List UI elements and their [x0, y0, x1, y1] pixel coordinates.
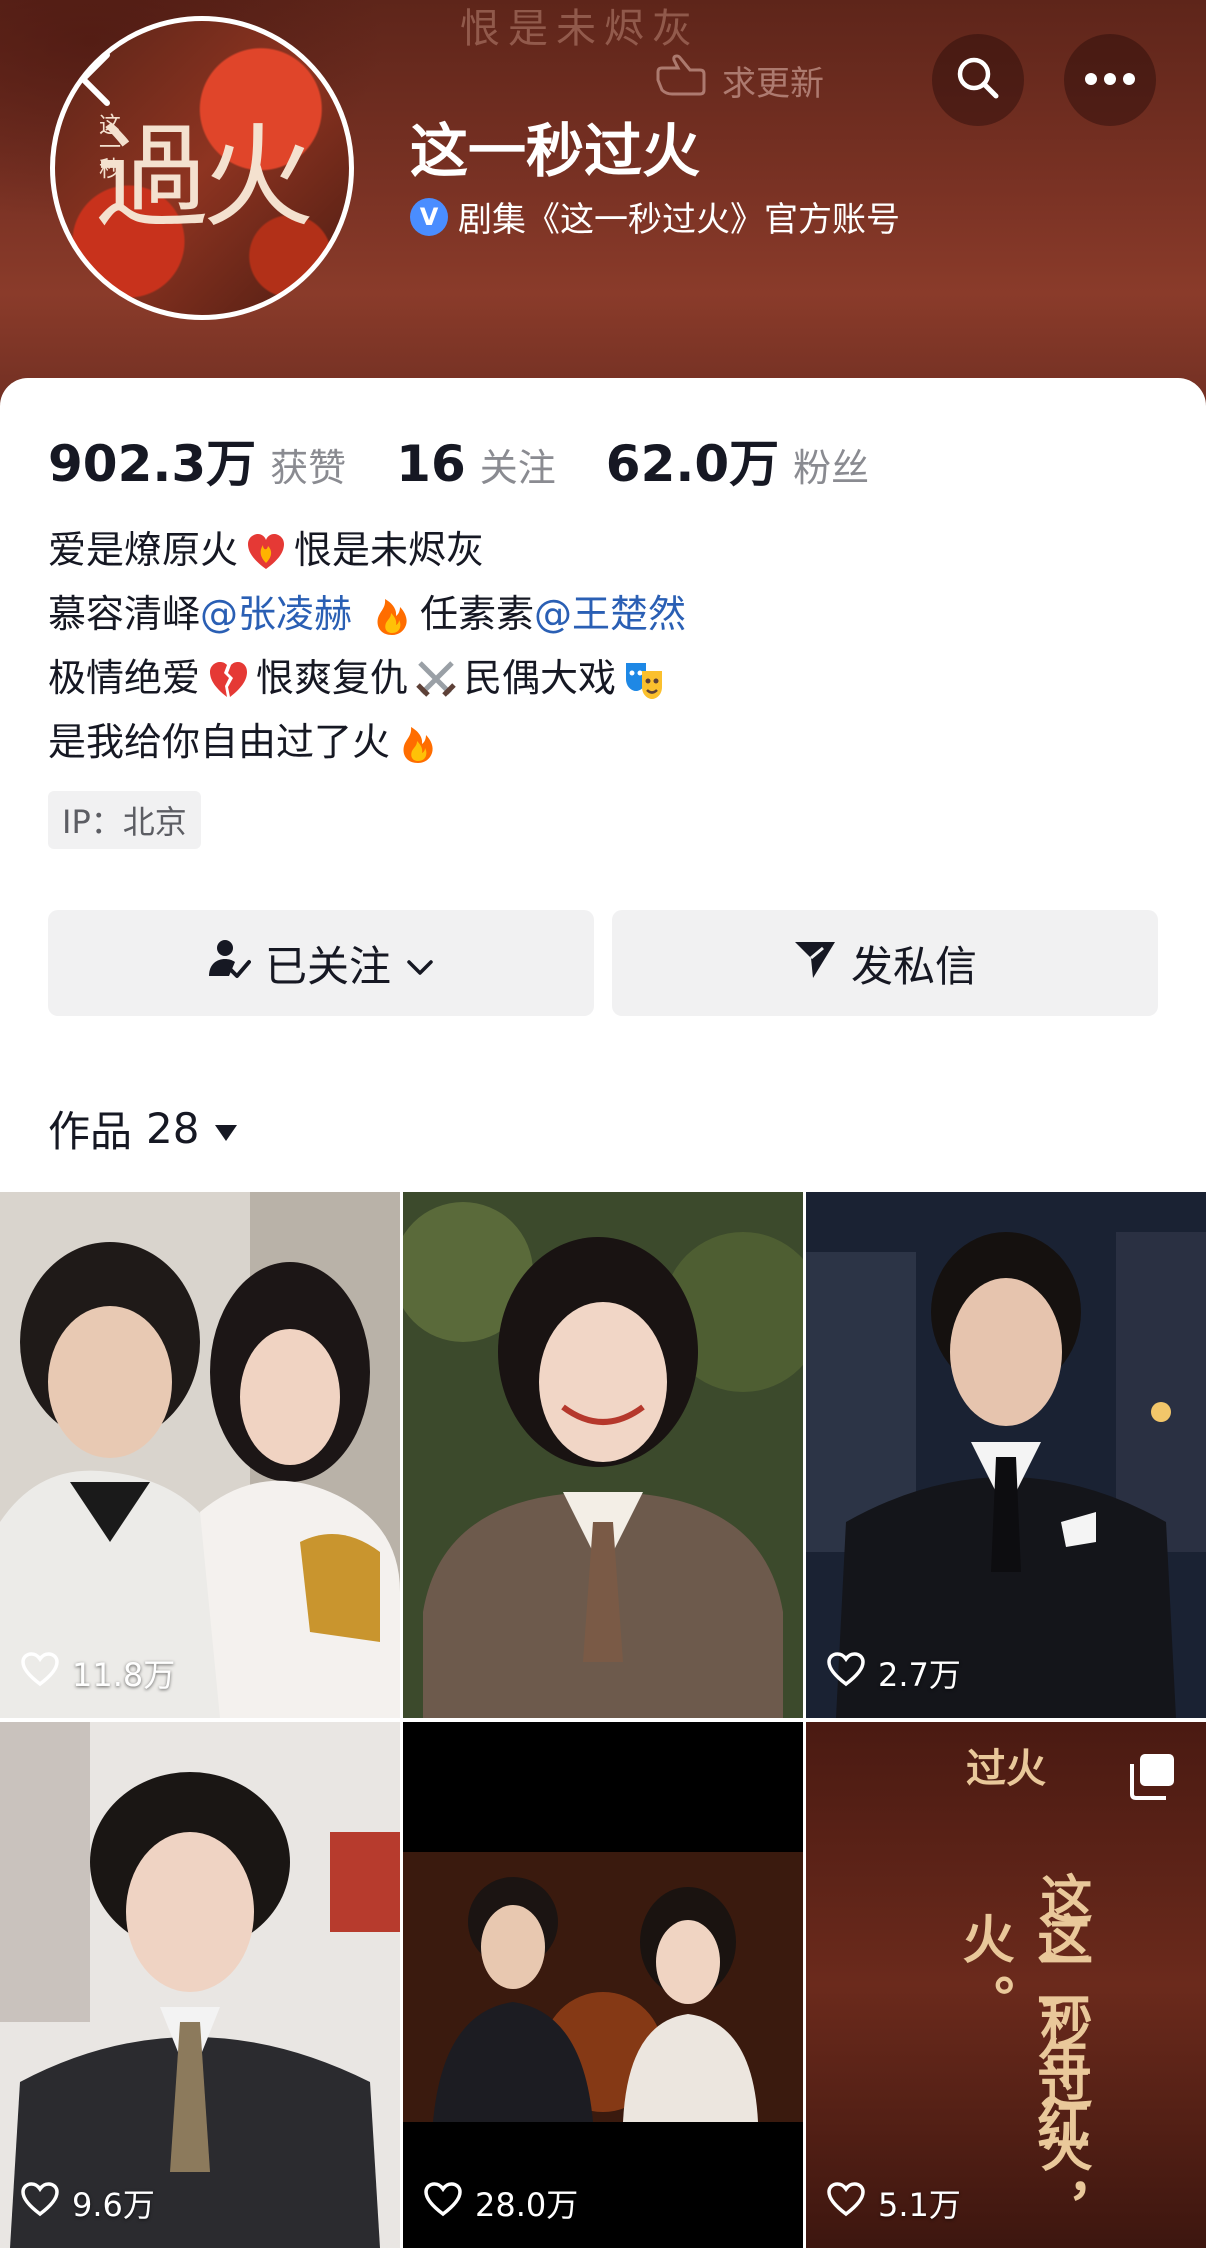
- like-count-text: 5.1万: [878, 2186, 961, 2224]
- like-count-text: 9.6万: [72, 2186, 155, 2224]
- chevron-left-icon: [75, 49, 115, 113]
- stat-followers[interactable]: 62.0万 粉丝: [606, 424, 869, 496]
- request-update-label: 求更新: [722, 63, 824, 104]
- verified-text: 剧集《这一秒过火》官方账号: [458, 200, 900, 240]
- paper-plane-icon: [793, 936, 837, 990]
- more-button[interactable]: [1064, 34, 1156, 126]
- like-count: 11.8万: [20, 1650, 175, 1696]
- ip-location-tag: IP：北京: [48, 791, 201, 849]
- fire-icon: [396, 720, 440, 764]
- like-count: 2.7万: [826, 1650, 961, 1696]
- bio: 爱是燎原火 恨是未烬灰 慕容清峄 @张凌赫 任素素 @王楚然 极情绝爱 恨爽复仇: [48, 518, 686, 774]
- hand-pointer-icon: [652, 53, 708, 107]
- back-button[interactable]: [60, 46, 130, 116]
- stat-label: 关注: [479, 446, 556, 490]
- bio-text: 任素素: [420, 592, 535, 636]
- mention-link[interactable]: @张凌赫: [200, 582, 352, 646]
- like-count: 9.6万: [20, 2180, 155, 2226]
- burning-heart-icon: [244, 528, 288, 572]
- works-label: 作品: [48, 1107, 133, 1156]
- user-check-icon: [207, 936, 251, 990]
- verified-badge-icon: V: [410, 197, 448, 236]
- video-thumbnail-image: [403, 1722, 803, 2248]
- video-thumbnail[interactable]: [403, 1192, 803, 1718]
- request-update-button[interactable]: 求更新: [652, 52, 824, 108]
- bio-text: 恨是未烬灰: [294, 528, 485, 572]
- like-count-text: 11.8万: [72, 1656, 176, 1694]
- poster-line-right: 这一年红火。: [953, 1912, 1089, 2160]
- bio-line: 慕容清峄 @张凌赫 任素素 @王楚然: [48, 582, 686, 646]
- tab-works[interactable]: 作品 28: [48, 1098, 239, 1159]
- video-thumbnail-image: [403, 1192, 803, 1718]
- stat-value: 62.0万: [605, 435, 780, 493]
- crossed-swords-icon: [414, 656, 458, 700]
- send-message-label: 发私信: [850, 941, 977, 991]
- video-thumbnail-image: [0, 1722, 400, 2248]
- more-dots-icon: [1084, 71, 1136, 90]
- caret-down-icon: [213, 1104, 239, 1153]
- performing-arts-icon: [622, 656, 666, 700]
- multi-image-icon: [1128, 1752, 1178, 1804]
- bio-text: 极情绝爱: [48, 656, 201, 700]
- heart-outline-icon: [20, 1651, 60, 1695]
- fire-icon: [370, 592, 414, 636]
- verification-row: V 剧集《这一秒过火》官方账号: [410, 192, 900, 241]
- heart-outline-icon: [20, 2181, 60, 2225]
- like-count: 5.1万: [826, 2180, 961, 2226]
- chevron-down-icon: [405, 939, 435, 988]
- followed-button[interactable]: 已关注: [48, 910, 594, 1016]
- bio-text: 民偶大戏: [464, 656, 617, 700]
- search-icon: [953, 53, 1003, 107]
- video-thumbnail[interactable]: 28.0万: [403, 1722, 803, 2248]
- stat-value: 902.3万: [48, 435, 257, 493]
- broken-heart-icon: [206, 656, 250, 700]
- heart-outline-icon: [423, 2181, 463, 2225]
- stat-label: 获赞: [270, 446, 347, 490]
- header-watermark: 恨是未烬灰: [460, 6, 700, 52]
- bio-text: 恨爽复仇: [256, 656, 409, 700]
- like-count-text: 2.7万: [878, 1656, 961, 1694]
- video-thumbnail[interactable]: 11.8万: [0, 1192, 400, 1718]
- followed-label: 已关注: [264, 941, 391, 991]
- send-message-button[interactable]: 发私信: [612, 910, 1158, 1016]
- video-thumbnail[interactable]: 过火 这一秒过火， 这一年红火。 5.1万: [806, 1722, 1206, 2248]
- profile-header: 恨是未烬灰 求更新 这一秒 過火 这一秒过火 V 剧集《这一秒过火》官方账号: [0, 0, 1206, 420]
- video-thumbnail[interactable]: 2.7万: [806, 1192, 1206, 1718]
- like-count: 28.0万: [423, 2180, 578, 2226]
- video-thumbnail[interactable]: 9.6万: [0, 1722, 400, 2248]
- bio-line: 是我给你自由过了火: [48, 710, 686, 774]
- works-count: 28: [146, 1104, 200, 1153]
- heart-outline-icon: [826, 1651, 866, 1695]
- bio-line: 极情绝爱 恨爽复仇 民偶大戏: [48, 646, 686, 710]
- heart-outline-icon: [826, 2181, 866, 2225]
- bio-text: 慕容清峄: [48, 592, 201, 636]
- bio-text: 是我给你自由过了火: [48, 720, 391, 764]
- search-button[interactable]: [932, 34, 1024, 126]
- profile-name: 这一秒过火: [410, 117, 701, 185]
- stat-label: 粉丝: [793, 446, 870, 490]
- stat-following[interactable]: 16 关注: [396, 435, 556, 493]
- bio-line: 爱是燎原火 恨是未烬灰: [48, 518, 686, 582]
- stats-row: 902.3万 获赞 16 关注 62.0万 粉丝: [48, 424, 919, 496]
- like-count-text: 28.0万: [475, 2186, 579, 2224]
- stat-value: 16: [396, 435, 466, 493]
- stat-likes[interactable]: 902.3万 获赞: [48, 424, 346, 496]
- bio-text: 爱是燎原火: [48, 528, 239, 572]
- video-thumbnail-image: [806, 1192, 1206, 1718]
- video-thumbnail-image: [0, 1192, 400, 1718]
- mention-link[interactable]: @王楚然: [534, 582, 686, 646]
